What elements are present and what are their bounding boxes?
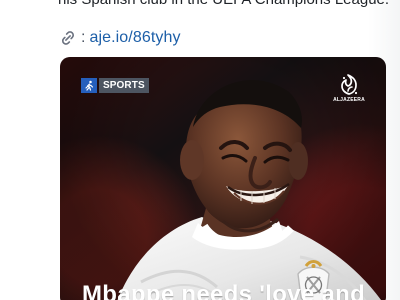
link-icon: [58, 28, 78, 48]
running-figure-icon: [81, 78, 97, 93]
sports-label: SPORTS: [99, 78, 149, 93]
post-text-snippet: his Spanish club in the UEFA Champions L…: [58, 0, 389, 9]
post-link-row[interactable]: : aje.io/86tyhy: [58, 28, 181, 48]
brand-name: ALJAZEERA: [333, 97, 365, 103]
al-jazeera-logo-icon: [341, 74, 358, 95]
social-post-screenshot: his Spanish club in the UEFA Champions L…: [0, 0, 400, 300]
article-preview-card[interactable]: SPORTS ALJAZEERA Mbappe needs 'love and: [60, 57, 386, 300]
article-headline: Mbappe needs 'love and: [82, 281, 366, 300]
sports-category-badge: SPORTS: [81, 78, 149, 93]
article-short-link[interactable]: aje.io/86tyhy: [89, 28, 180, 48]
al-jazeera-brand: ALJAZEERA: [329, 73, 369, 107]
link-separator: :: [81, 29, 86, 46]
